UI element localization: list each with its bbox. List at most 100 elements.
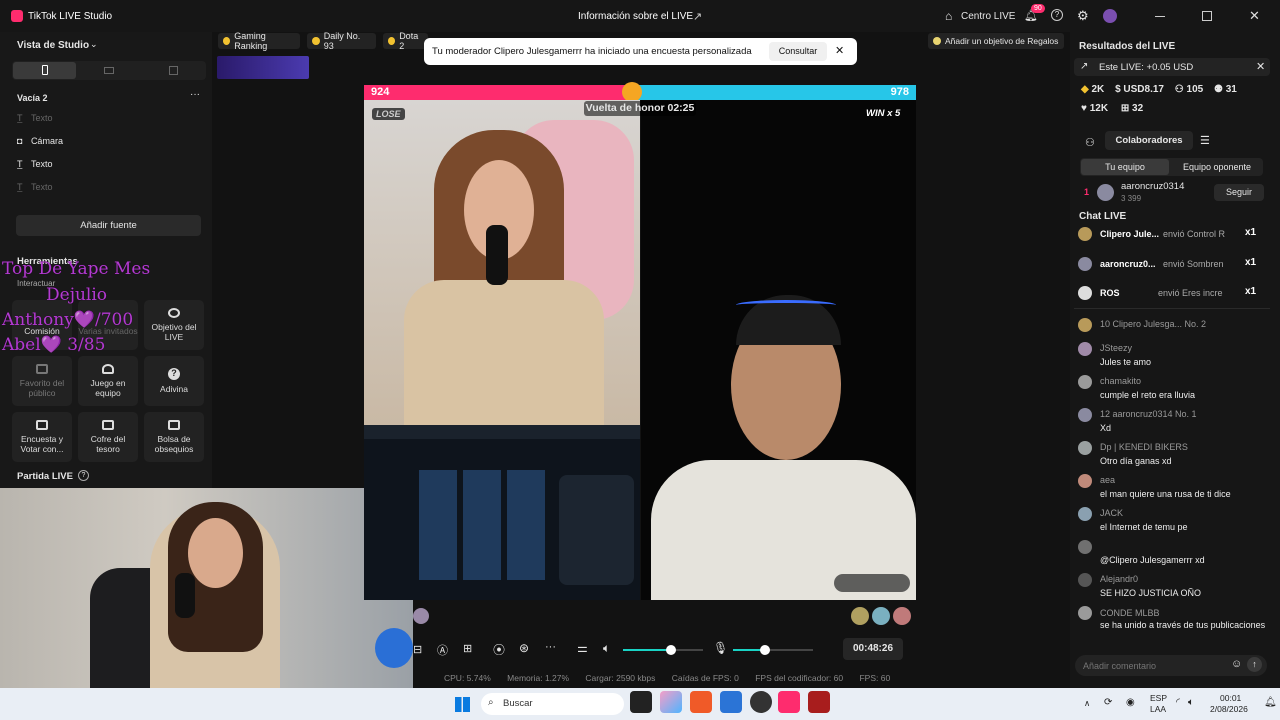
minimize-icon[interactable] — [1155, 16, 1165, 17]
add-icon[interactable]: ⊞ — [463, 642, 472, 655]
gaming-ranking-chip[interactable]: Gaming Ranking — [218, 31, 300, 51]
top-gifter-avatars[interactable] — [851, 607, 911, 625]
record-icon[interactable]: ⦿ — [493, 641, 505, 658]
portrait-icon[interactable] — [13, 62, 76, 79]
language-1[interactable]: ESP — [1150, 693, 1167, 703]
sync-icon[interactable]: ⟳ — [1104, 697, 1112, 708]
toast-close-icon[interactable]: ✕ — [835, 44, 844, 57]
guest-controls[interactable] — [834, 574, 910, 592]
follow-button[interactable]: Seguir — [1214, 184, 1264, 201]
avatar — [1078, 540, 1092, 554]
user-add-icon[interactable]: ⚇ — [1085, 136, 1095, 149]
more-icon[interactable]: ··· — [190, 89, 200, 100]
tab-opponent-team[interactable]: Equipo oponente — [1172, 159, 1262, 175]
brave-icon[interactable] — [690, 691, 712, 713]
tool-gift-bag[interactable]: Bolsa de obsequios — [144, 412, 204, 462]
taskview-icon[interactable] — [630, 691, 652, 713]
source-item[interactable]: T̲ Texto — [17, 159, 197, 182]
mic-slider[interactable] — [733, 645, 813, 655]
tool-live-goal[interactable]: Objetivo del LIVE — [144, 300, 204, 350]
tool-favorite[interactable]: Favorito del público — [12, 356, 72, 406]
close-icon[interactable]: ✕ — [1249, 8, 1260, 24]
stats-grid: ◆ 2K $ USD8.17 ⚇ 105 ⚉ 31 ♥ 12K ⊞ 32 — [1081, 84, 1271, 114]
chevron-up-icon[interactable]: ∧ — [1084, 698, 1090, 709]
landscape-icon[interactable] — [104, 67, 114, 74]
volume-icon[interactable]: 🔈︎ — [1188, 697, 1194, 708]
avatar[interactable] — [872, 607, 890, 625]
notification-icon[interactable]: 🔔︎ — [1264, 697, 1277, 708]
left-score-fill — [364, 85, 633, 100]
avatar — [1078, 375, 1092, 389]
consult-button[interactable]: Consultar — [769, 42, 827, 61]
daily-rank-chip[interactable]: Daily No. 93 — [307, 31, 376, 51]
tab-my-team[interactable]: Tu equipo — [1081, 159, 1169, 175]
tool-team-game[interactable]: Juego en equipo — [78, 356, 138, 406]
clock-date[interactable]: 2/08/2026 — [1210, 704, 1248, 714]
copilot-icon[interactable] — [660, 691, 682, 713]
clock-time[interactable]: 00:01 — [1220, 693, 1241, 703]
windows-icon[interactable] — [455, 697, 470, 712]
banner-thumbnail[interactable] — [217, 56, 309, 79]
emoji-icon[interactable]: ☺ — [1231, 658, 1242, 670]
chat-text: Otro día ganas xd — [1100, 456, 1172, 466]
ai-icon[interactable]: Ⓐ — [437, 642, 448, 658]
speaker-icon[interactable]: 🔈︎ — [603, 641, 610, 656]
maximize-icon[interactable] — [1202, 11, 1212, 21]
search-box[interactable]: ⌕ Buscar — [481, 693, 624, 715]
mic-icon[interactable]: 🎙︎ — [713, 641, 728, 655]
source-item[interactable]: ◘ Cámara — [17, 136, 197, 159]
collaborators-tab[interactable]: Colaboradores — [1105, 131, 1193, 150]
language-2[interactable]: LAA — [1150, 704, 1166, 714]
webcam-feed — [0, 488, 413, 720]
send-icon[interactable]: ↑ — [1247, 657, 1262, 672]
dota-chip[interactable]: Dota 2 — [383, 31, 428, 51]
volume-knob[interactable] — [666, 645, 676, 655]
centro-live-link[interactable]: Centro LIVE — [961, 11, 1015, 22]
tool-poll[interactable]: Encuesta y Votar con... — [12, 412, 72, 462]
more-icon[interactable]: ··· — [545, 641, 556, 653]
scene-name[interactable]: Vacía 2 — [17, 93, 48, 103]
app-title: TikTok LIVE Studio — [28, 11, 113, 22]
source-item[interactable]: T̲ Texto — [17, 113, 197, 136]
obs-icon[interactable] — [750, 691, 772, 713]
list-icon[interactable]: ☰ — [1200, 134, 1210, 147]
avatar[interactable] — [851, 607, 869, 625]
live-info-title[interactable]: Información sobre el LIVE — [578, 11, 693, 22]
gear-icon[interactable]: ⚙ — [1077, 8, 1089, 24]
app-tray-icon[interactable]: ◉ — [1126, 697, 1135, 708]
share-icon[interactable]: ↗ — [693, 10, 702, 23]
layout-icon[interactable] — [169, 66, 178, 75]
comment-input[interactable]: ☺ ↑ — [1075, 655, 1267, 676]
add-source-button[interactable]: Añadir fuente — [16, 215, 201, 236]
rank-number: 1 — [1084, 187, 1090, 197]
mic-knob[interactable] — [760, 645, 770, 655]
store-icon[interactable] — [720, 691, 742, 713]
comment-field[interactable] — [1083, 658, 1223, 673]
wifi-icon[interactable]: ◜ — [1176, 697, 1180, 708]
close-icon[interactable]: ✕ — [1256, 60, 1265, 73]
grid-icon[interactable]: ⊟ — [413, 643, 422, 656]
chevron-down-icon[interactable]: ⌄ — [90, 39, 98, 50]
tool-treasure[interactable]: Cofre del tesoro — [78, 412, 138, 462]
dota-icon[interactable] — [808, 691, 830, 713]
info-icon[interactable]: ? — [78, 470, 89, 481]
avatar — [1078, 408, 1092, 422]
avatar — [1078, 507, 1092, 521]
camera-switch-icon[interactable]: ⊛ — [519, 641, 529, 655]
chat-text: se ha unido a través de tus publicacione… — [1100, 620, 1266, 630]
avatar — [1097, 184, 1114, 201]
tiktok-icon[interactable] — [778, 691, 800, 713]
source-item[interactable]: T̲ Texto — [17, 182, 197, 205]
studio-view-dropdown[interactable]: Vista de Studio — [17, 40, 89, 51]
small-avatar[interactable] — [413, 608, 429, 624]
home-icon[interactable]: ⌂ — [945, 9, 952, 23]
devil-horns — [736, 300, 836, 310]
add-gift-goal-chip[interactable]: Añadir un objetivo de Regalos — [928, 33, 1064, 49]
camera-icon: ◘ — [17, 136, 25, 146]
avatar[interactable] — [1103, 9, 1117, 23]
mixer-icon[interactable]: ⚌ — [577, 641, 588, 655]
avatar[interactable] — [893, 607, 911, 625]
help-icon[interactable]: ? — [1051, 9, 1063, 21]
tool-guess[interactable]: ? Adivina — [144, 356, 204, 406]
volume-slider[interactable] — [623, 645, 703, 655]
